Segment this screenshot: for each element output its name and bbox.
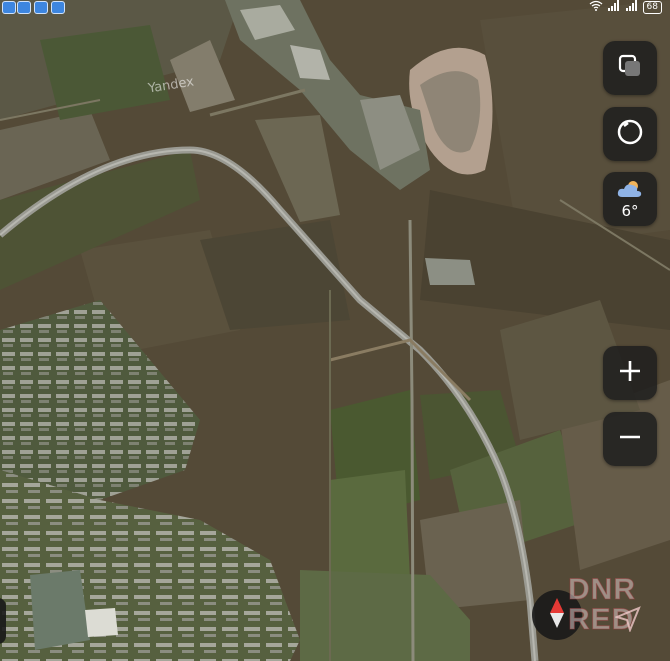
layers-icon [617, 53, 643, 83]
navigation-arrow-icon [614, 606, 641, 636]
image-icon [34, 1, 48, 14]
minus-icon [618, 425, 642, 453]
plus-icon [618, 359, 642, 387]
gallery-icon [2, 1, 16, 14]
messenger-icon [17, 1, 31, 14]
status-bar: 68 [0, 0, 670, 16]
battery-indicator: 68 [642, 0, 662, 14]
compass-icon [546, 596, 568, 634]
cloud-icon [51, 1, 65, 14]
temperature-label: 6° [621, 202, 639, 220]
zoom-in-button[interactable] [603, 346, 657, 400]
layers-button[interactable] [603, 41, 657, 95]
route-button[interactable] [603, 107, 657, 161]
signal-icon [625, 0, 639, 14]
satellite-map[interactable] [0, 0, 670, 661]
cloud-icon [616, 179, 644, 203]
circle-icon [615, 117, 645, 151]
signal-icon [607, 0, 621, 14]
side-panel-handle[interactable] [0, 598, 6, 644]
status-right: 68 [589, 0, 662, 14]
wifi-icon [589, 0, 603, 14]
locate-button[interactable] [603, 596, 653, 646]
weather-button[interactable]: 6° [603, 172, 657, 226]
zoom-out-button[interactable] [603, 412, 657, 466]
